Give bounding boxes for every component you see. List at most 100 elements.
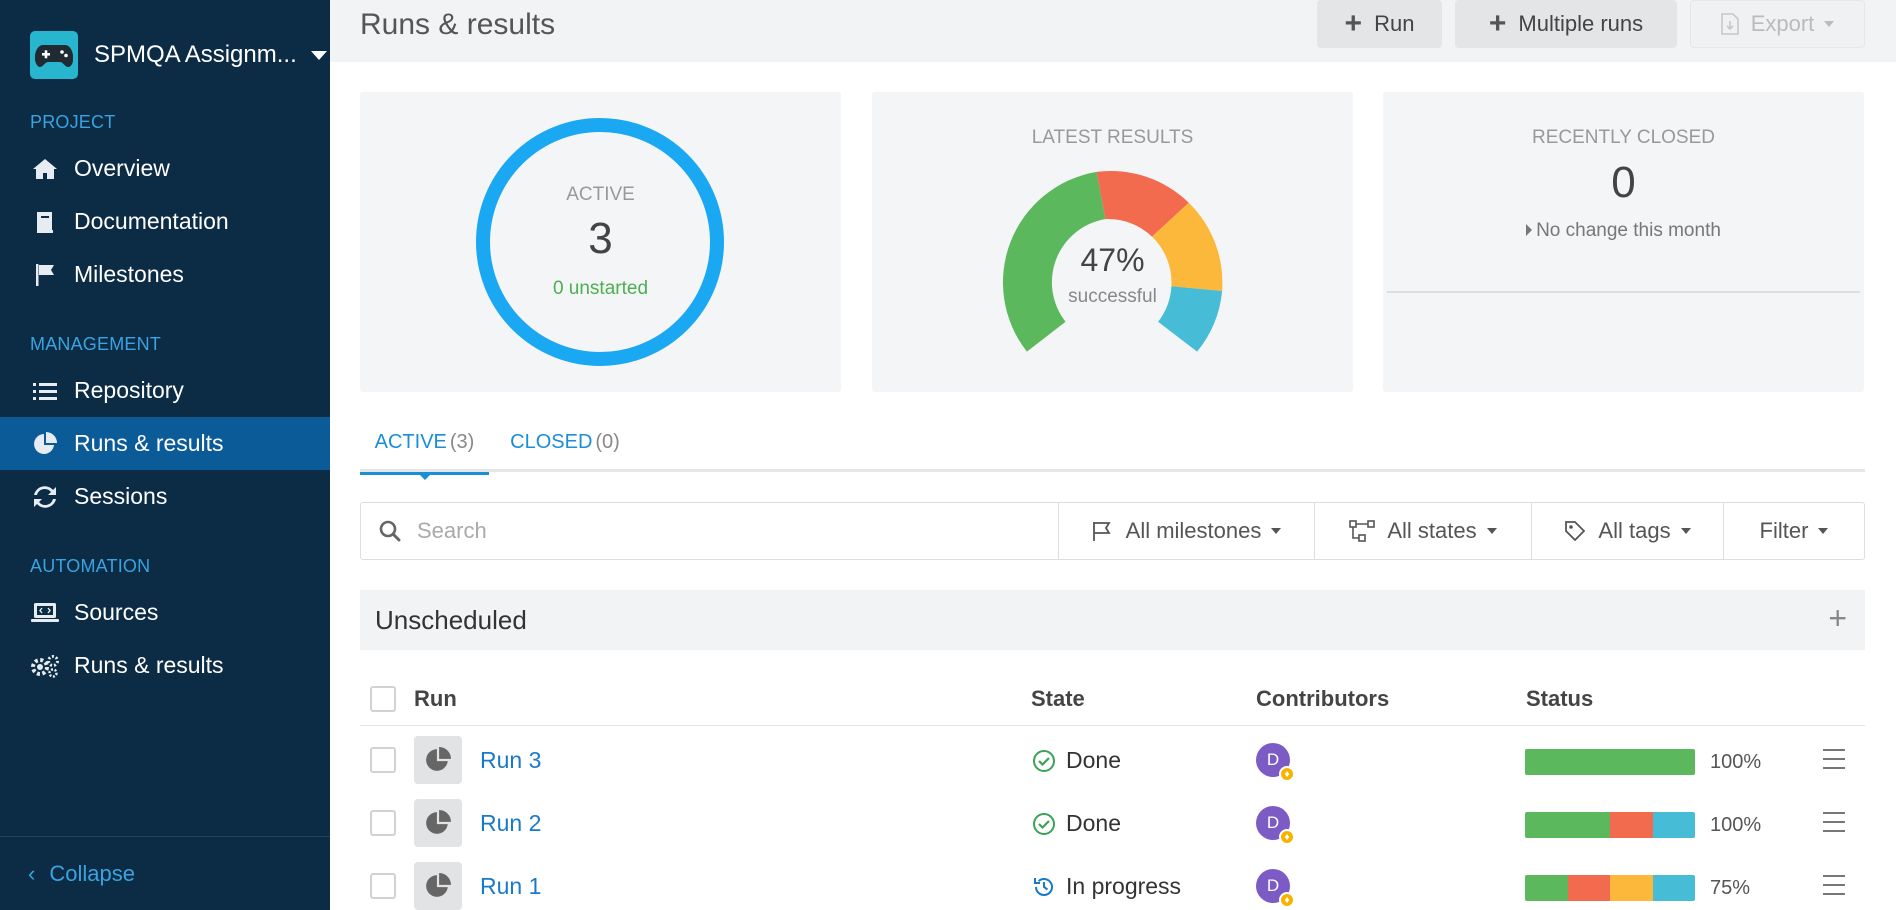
status-bar bbox=[1525, 812, 1695, 838]
bar-failed bbox=[1610, 812, 1653, 838]
run-link[interactable]: Run 1 bbox=[480, 873, 541, 900]
nav-sources[interactable]: Sources bbox=[0, 586, 330, 639]
chevron-left-icon: ‹ bbox=[28, 860, 36, 886]
laptop-code-icon bbox=[30, 598, 60, 628]
gamepad-icon bbox=[30, 31, 78, 79]
run-button[interactable]: + Run bbox=[1317, 0, 1442, 48]
status-percentage: 75% bbox=[1710, 877, 1751, 899]
row-menu-icon[interactable] bbox=[1823, 812, 1845, 832]
nav-repository[interactable]: Repository bbox=[0, 364, 330, 417]
check-circle-icon bbox=[1032, 749, 1056, 773]
nav-documentation[interactable]: Documentation bbox=[0, 195, 330, 248]
success-label: successful bbox=[1068, 286, 1157, 307]
row-checkbox[interactable] bbox=[370, 873, 396, 899]
select-all-checkbox[interactable] bbox=[370, 686, 396, 712]
closed-count: 0 bbox=[1611, 158, 1636, 207]
column-state: State bbox=[1031, 686, 1085, 711]
table-row[interactable]: Run 2 Done D ♦ 100% bbox=[360, 790, 1865, 853]
caret-down-icon bbox=[1271, 528, 1282, 534]
avatar[interactable]: D ♦ bbox=[1256, 743, 1295, 782]
export-button[interactable]: Export bbox=[1690, 0, 1865, 48]
states-filter[interactable]: All states bbox=[1315, 503, 1532, 559]
tab-closed[interactable]: CLOSED (0) bbox=[505, 412, 625, 472]
multiple-runs-button[interactable]: + Multiple runs bbox=[1455, 0, 1677, 48]
avatar[interactable]: D ♦ bbox=[1256, 869, 1295, 908]
table-row[interactable]: Run 1 In progress D ♦ 75% bbox=[360, 853, 1865, 910]
search-box bbox=[361, 503, 1059, 559]
tab-active-count: (3) bbox=[449, 430, 475, 453]
multiple-runs-label: Multiple runs bbox=[1518, 11, 1644, 36]
bar-failed bbox=[1567, 875, 1610, 901]
milestones-filter[interactable]: All milestones bbox=[1059, 503, 1315, 559]
pie-chart-icon bbox=[30, 429, 60, 459]
caret-down-icon bbox=[1486, 528, 1497, 534]
filter-button[interactable]: Filter bbox=[1724, 503, 1864, 559]
run-link[interactable]: Run 2 bbox=[480, 810, 541, 837]
nav-label: Sessions bbox=[74, 483, 168, 509]
flag-outline-icon bbox=[1092, 520, 1114, 542]
caret-down-icon bbox=[1680, 528, 1691, 534]
caret-down-icon bbox=[1818, 528, 1829, 534]
crown-badge-icon: ♦ bbox=[1279, 766, 1295, 782]
run-state: In progress bbox=[1032, 873, 1181, 900]
closed-label: RECENTLY CLOSED bbox=[1531, 127, 1715, 148]
section-automation: AUTOMATION bbox=[30, 556, 151, 576]
states-filter-label: All states bbox=[1387, 518, 1477, 543]
tags-filter[interactable]: All tags bbox=[1532, 503, 1724, 559]
tab-active[interactable]: ACTIVE (3) bbox=[360, 412, 489, 475]
nav-label: Sources bbox=[74, 599, 159, 625]
table-row[interactable]: Run 3 Done D ♦ 100% bbox=[360, 727, 1865, 790]
column-run: Run bbox=[414, 686, 457, 711]
run-tabs: ACTIVE (3) CLOSED (0) bbox=[360, 412, 1865, 475]
group-title: Unscheduled bbox=[375, 604, 527, 635]
project-switcher[interactable]: SPMQA Assignm... bbox=[30, 31, 327, 79]
nav-automation-runs-results[interactable]: Runs & results bbox=[0, 639, 330, 692]
column-status: Status bbox=[1526, 686, 1594, 711]
history-icon bbox=[1032, 875, 1056, 899]
active-label: ACTIVE bbox=[566, 184, 635, 205]
nav-runs-results[interactable]: Runs & results bbox=[0, 417, 330, 470]
run-state-label: In progress bbox=[1066, 873, 1182, 899]
export-label: Export bbox=[1750, 11, 1815, 36]
plus-icon: + bbox=[1488, 7, 1507, 40]
search-input[interactable] bbox=[417, 518, 1017, 544]
status-bar bbox=[1525, 749, 1695, 775]
run-state: Done bbox=[1032, 810, 1121, 837]
tab-closed-count: (0) bbox=[595, 430, 620, 453]
group-header: Unscheduled + bbox=[360, 590, 1865, 650]
nav-overview[interactable]: Overview bbox=[0, 142, 330, 195]
unstarted-count: 0 unstarted bbox=[552, 278, 649, 299]
sync-icon bbox=[30, 482, 60, 512]
closed-trend: No change this month bbox=[1383, 220, 1864, 242]
nav-label: Milestones bbox=[74, 261, 184, 287]
flag-icon bbox=[30, 260, 60, 290]
divider bbox=[1387, 291, 1860, 293]
run-link[interactable]: Run 3 bbox=[480, 747, 541, 774]
add-run-icon[interactable]: + bbox=[1828, 602, 1847, 634]
crown-badge-icon: ♦ bbox=[1279, 892, 1295, 908]
section-management: MANAGEMENT bbox=[30, 334, 162, 354]
row-checkbox[interactable] bbox=[370, 747, 396, 773]
nav-label: Repository bbox=[74, 377, 184, 403]
collapse-button[interactable]: ‹ Collapse bbox=[0, 836, 330, 910]
bar-retest bbox=[1652, 812, 1695, 838]
tag-icon bbox=[1564, 520, 1586, 542]
success-percentage: 47% bbox=[1080, 242, 1145, 278]
status-percentage: 100% bbox=[1710, 751, 1762, 773]
nav-milestones[interactable]: Milestones bbox=[0, 248, 330, 301]
workflow-icon bbox=[1349, 520, 1376, 542]
active-count: 3 bbox=[588, 214, 613, 263]
project-name: SPMQA Assignm... bbox=[94, 41, 297, 68]
tab-pointer bbox=[417, 472, 433, 480]
row-menu-icon[interactable] bbox=[1823, 875, 1845, 895]
book-icon bbox=[30, 207, 60, 237]
row-checkbox[interactable] bbox=[370, 810, 396, 836]
nav-label: Overview bbox=[74, 155, 170, 181]
crown-badge-icon: ♦ bbox=[1279, 829, 1295, 845]
row-menu-icon[interactable] bbox=[1823, 749, 1845, 769]
export-file-icon bbox=[1720, 13, 1739, 35]
nav-sessions[interactable]: Sessions bbox=[0, 470, 330, 523]
bar-blocked bbox=[1610, 875, 1653, 901]
avatar[interactable]: D ♦ bbox=[1256, 806, 1295, 845]
nav-label: Documentation bbox=[74, 208, 229, 234]
